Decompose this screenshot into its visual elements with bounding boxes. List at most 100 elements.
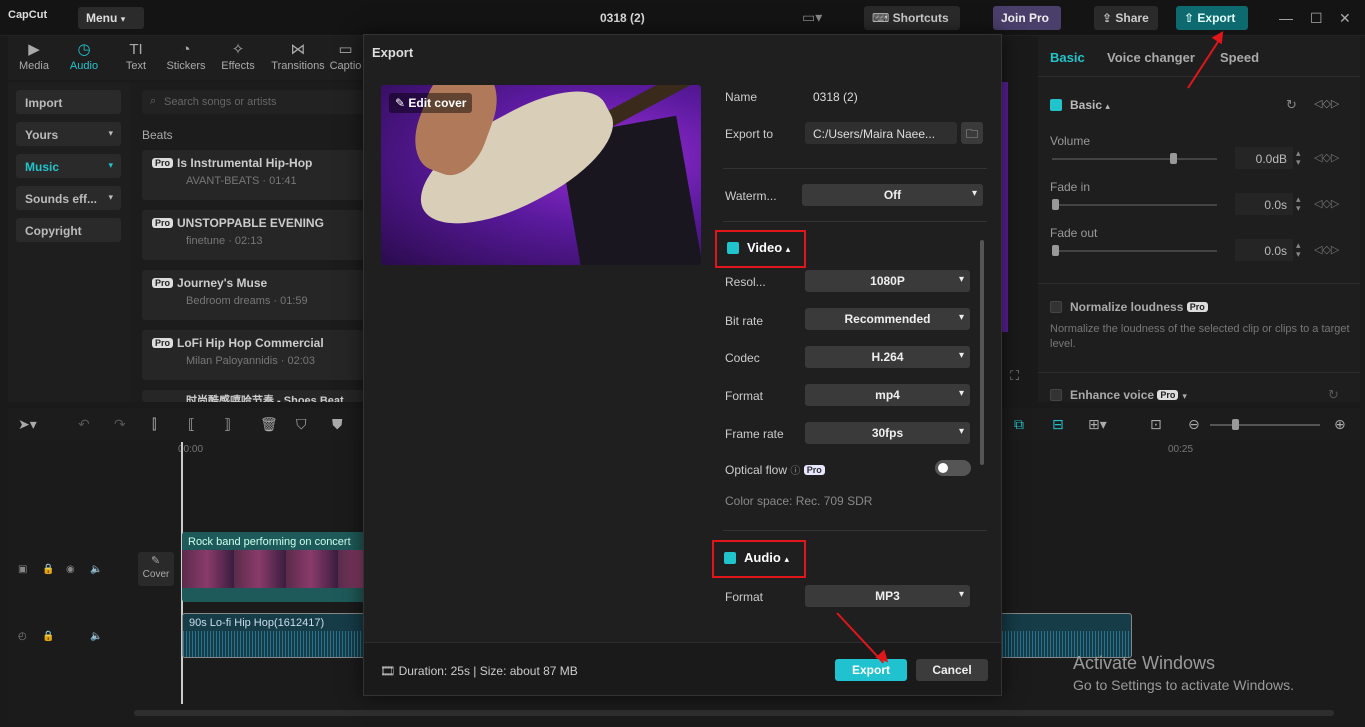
basic-section[interactable]: Basic ▴ (1050, 98, 1110, 112)
export-top-button[interactable]: ⇧ Export (1176, 6, 1248, 30)
minimize-icon[interactable]: — (1279, 10, 1293, 26)
marker-icon[interactable]: ⛉ (296, 416, 307, 433)
format-select[interactable]: mp4▾ (805, 384, 970, 406)
close-icon[interactable]: ✕ (1339, 10, 1351, 27)
resolution-select[interactable]: 1080P▾ (805, 270, 970, 292)
tab-stickers[interactable]: ◔Stickers (160, 40, 212, 72)
audio-section-toggle[interactable]: Audio ▴ (712, 540, 806, 578)
maximize-icon[interactable]: ☐ (1310, 10, 1323, 27)
link-icon[interactable]: ⊟ (1052, 416, 1064, 433)
volume-value[interactable]: 0.0dB (1235, 147, 1293, 169)
export-path-field[interactable]: C:/Users/Maira Naee... (805, 122, 957, 144)
section-title: Beats (142, 128, 173, 142)
search-input[interactable]: Search songs or artists (142, 90, 364, 114)
song-title: LoFi Hip Hop Commercial (177, 336, 324, 350)
video-section-toggle[interactable]: Video ▴ (715, 230, 806, 268)
share-button[interactable]: ⇪ Share (1094, 6, 1158, 30)
song-meta: finetune · 02:13 (186, 235, 262, 247)
list-item[interactable]: ProUNSTOPPABLE EVENINGfinetune · 02:13 (142, 210, 364, 260)
shield-icon[interactable]: ⛊ (332, 416, 343, 433)
sidebar-item-import[interactable]: Import (16, 90, 121, 114)
audio-format-select[interactable]: MP3▾ (805, 585, 970, 607)
framerate-select[interactable]: 30fps▾ (805, 422, 970, 444)
enhance-voice-checkbox[interactable]: Enhance voice Pro▾ (1050, 388, 1187, 402)
zoom-in-icon[interactable]: ⊕ (1334, 416, 1346, 433)
fullscreen-icon[interactable]: ⛶ (1010, 368, 1019, 384)
tab-effects[interactable]: ✧Effects (212, 40, 264, 72)
codec-label: Codec (725, 351, 760, 365)
fade-in-value[interactable]: 0.0s (1235, 193, 1293, 215)
undo-icon[interactable]: ↶ (78, 416, 90, 433)
cancel-button[interactable]: Cancel (916, 659, 988, 681)
stepper-icon[interactable]: ▴▾ (1296, 241, 1301, 259)
delete-icon[interactable]: 🗑 (260, 416, 278, 433)
fade-in-slider[interactable] (1052, 204, 1217, 206)
stepper-icon[interactable]: ▴▾ (1296, 149, 1301, 167)
bitrate-select[interactable]: Recommended▾ (805, 308, 970, 330)
watermark-select[interactable]: Off▾ (802, 184, 983, 206)
help-icon[interactable]: ⓘ (790, 466, 800, 477)
tab-captions[interactable]: ▭Captio (328, 40, 363, 72)
zoom-slider[interactable] (1210, 424, 1320, 426)
speaker-icon[interactable]: 🔈 (90, 564, 102, 575)
video-track-icon: ▣ (18, 564, 27, 575)
tab-speed[interactable]: Speed (1220, 50, 1259, 65)
tab-basic[interactable]: Basic (1050, 50, 1085, 65)
zoom-out-icon[interactable]: ⊖ (1188, 416, 1200, 433)
optical-flow-toggle[interactable] (935, 460, 971, 476)
speaker-icon[interactable]: 🔈 (90, 631, 102, 642)
tab-label: Effects (221, 60, 254, 72)
shortcuts-button[interactable]: ⌨ Shortcuts (864, 6, 960, 30)
tab-media[interactable]: ▶Media (8, 40, 60, 72)
keyframe-icon[interactable]: ◁◇▷ (1314, 97, 1339, 110)
list-item[interactable]: ProIs Instrumental Hip-HopAVANT-BEATS · … (142, 150, 364, 200)
split-right-icon[interactable]: ⟧ (224, 416, 231, 433)
select-icon[interactable]: ➤▾ (18, 416, 37, 433)
timeline-scrollbar[interactable] (134, 710, 1334, 716)
reset-icon[interactable]: ↻ (1328, 387, 1339, 403)
menu-button[interactable]: Menu ▾ (78, 7, 144, 29)
eye-icon[interactable]: ◉ (66, 564, 75, 575)
volume-slider[interactable] (1052, 158, 1217, 160)
sidebar-item-yours[interactable]: Yours▾ (16, 122, 121, 146)
list-item[interactable]: 时尚酷感嘻哈节奏 - Shoes Beat (142, 390, 364, 402)
layout-icon[interactable]: ▭▾ (802, 9, 822, 26)
lock-icon[interactable]: 🔒 (42, 631, 54, 642)
split-icon[interactable]: ⫿ (152, 416, 156, 433)
fade-out-value[interactable]: 0.0s (1235, 239, 1293, 261)
list-item[interactable]: ProJourney's MuseBedroom dreams · 01:59 (142, 270, 364, 320)
stepper-icon[interactable]: ▴▾ (1296, 195, 1301, 213)
tab-audio[interactable]: ◷Audio (58, 40, 110, 72)
keyframe-icon[interactable]: ◁◇▷ (1314, 197, 1339, 210)
tab-transitions[interactable]: ⋈Transitions (268, 40, 328, 72)
redo-icon[interactable]: ↷ (114, 416, 126, 433)
keyframe-icon[interactable]: ◁◇▷ (1314, 243, 1339, 256)
folder-icon[interactable]: 🗀 (961, 122, 983, 144)
codec-select[interactable]: H.264▾ (805, 346, 970, 368)
reset-icon[interactable]: ↻ (1286, 97, 1297, 113)
codec-value: H.264 (871, 350, 903, 364)
name-field[interactable]: 0318 (2) (813, 90, 858, 104)
magnet-icon[interactable]: ⧉ (1014, 416, 1024, 433)
sidebar-item-copyright[interactable]: Copyright (16, 218, 121, 242)
tab-label: Media (19, 60, 49, 72)
join-pro-button[interactable]: Join Pro (993, 6, 1061, 30)
sidebar-item-music[interactable]: Music▾ (16, 154, 121, 178)
divider (723, 168, 987, 169)
fade-out-slider[interactable] (1052, 250, 1217, 252)
video-clip[interactable]: Rock band performing on concert (182, 532, 370, 602)
tab-voice-changer[interactable]: Voice changer (1107, 50, 1195, 65)
lock-icon[interactable]: 🔒 (42, 564, 54, 575)
keyframe-icon[interactable]: ◁◇▷ (1314, 151, 1339, 164)
list-item[interactable]: ProLoFi Hip Hop CommercialMilan Paloyann… (142, 330, 364, 380)
tab-text[interactable]: TIText (110, 40, 162, 72)
preview-axis-icon[interactable]: ⊞▾ (1088, 416, 1107, 433)
split-left-icon[interactable]: ⟦ (188, 416, 195, 433)
caption-icon[interactable]: ⊡ (1150, 416, 1162, 433)
normalize-checkbox[interactable]: Normalize loudness Pro (1050, 300, 1212, 314)
export-button[interactable]: Export (835, 659, 907, 681)
settings-scrollbar[interactable] (980, 240, 984, 465)
app-logo: CapCut (8, 9, 47, 21)
edit-cover-button[interactable]: ✎ Edit cover (389, 93, 472, 113)
sidebar-item-sounds[interactable]: Sounds eff...▾ (16, 186, 121, 210)
